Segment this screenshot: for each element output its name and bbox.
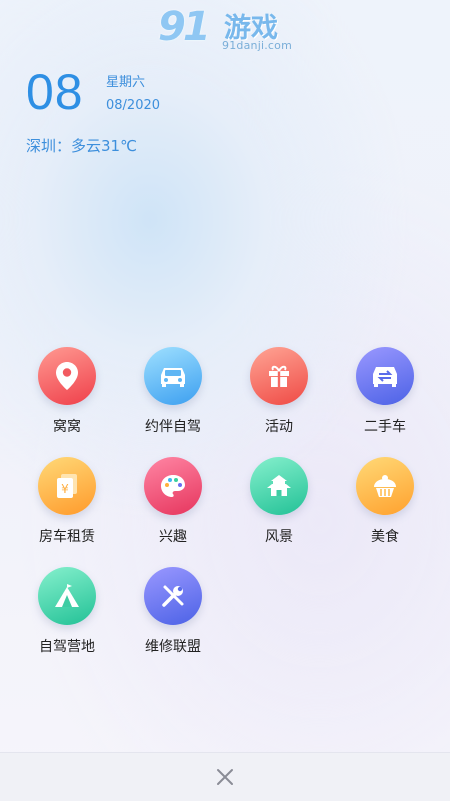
- app-logo: 91 游戏 91danji.com: [158, 4, 294, 54]
- cupcake-icon: [356, 457, 414, 515]
- rental-money-icon: ¥: [38, 457, 96, 515]
- date-day: 08: [26, 64, 84, 120]
- palette-icon: [144, 457, 202, 515]
- weather-text: 深圳：多云31℃: [26, 137, 137, 155]
- grid-item-label: 约伴自驾: [145, 419, 201, 435]
- used-car-icon: [356, 347, 414, 405]
- svg-text:¥: ¥: [61, 482, 69, 496]
- grid-item-label: 美食: [371, 529, 399, 545]
- grid-item-label: 二手车: [364, 419, 406, 435]
- bottom-bar: [0, 752, 450, 801]
- date-month-year: 08/2020: [106, 98, 161, 113]
- grid-item-campsite[interactable]: 自驾营地: [14, 567, 120, 656]
- location-pin-icon: [38, 347, 96, 405]
- car-icon: [144, 347, 202, 405]
- close-icon[interactable]: [213, 765, 237, 789]
- grid-item-label: 维修联盟: [145, 639, 201, 655]
- grid-item-scenery[interactable]: 风景: [226, 457, 332, 546]
- logo-number: 91: [158, 4, 211, 50]
- grid-item-label: 房车租赁: [39, 529, 95, 545]
- grid-item-repair[interactable]: 维修联盟: [120, 567, 226, 656]
- grid-item-wowo[interactable]: 窝窝: [14, 347, 120, 436]
- grid-item-label: 窝窝: [53, 419, 81, 435]
- grid-item-label: 自驾营地: [39, 639, 95, 655]
- grid-item-interest[interactable]: 兴趣: [120, 457, 226, 546]
- pavilion-icon: [250, 457, 308, 515]
- grid-item-activity[interactable]: 活动: [226, 347, 332, 436]
- grid-item-food[interactable]: 美食: [332, 457, 438, 546]
- grid-item-label: 兴趣: [159, 529, 187, 545]
- grid-item-used-car[interactable]: 二手车: [332, 347, 438, 436]
- grid-item-label: 风景: [265, 529, 293, 545]
- date-weekday: 星期六: [106, 75, 146, 90]
- camp-tent-icon: [38, 567, 96, 625]
- repair-tools-icon: [144, 567, 202, 625]
- logo-url: 91danji.com: [222, 39, 292, 52]
- grid-item-carpool[interactable]: 约伴自驾: [120, 347, 226, 436]
- grid-item-rv-rental[interactable]: ¥ 房车租赁: [14, 457, 120, 546]
- gift-icon: [250, 347, 308, 405]
- grid-item-label: 活动: [265, 419, 293, 435]
